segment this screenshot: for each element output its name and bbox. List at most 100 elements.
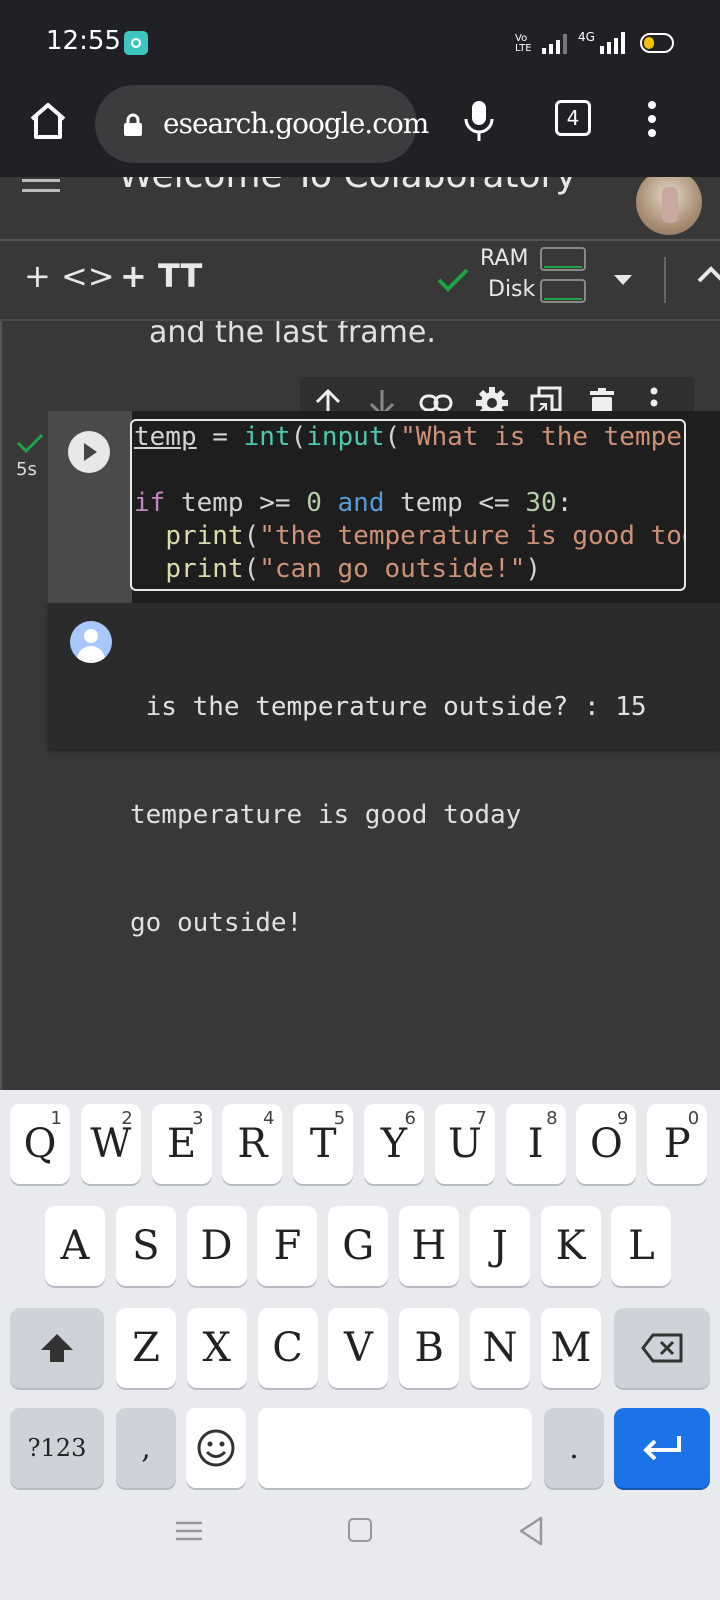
period-key[interactable]: . (544, 1408, 604, 1488)
key-label: M (550, 1325, 592, 1371)
browser-toolbar: esearch.google.com 4 (0, 85, 720, 177)
runtime-dropdown-icon[interactable] (614, 275, 632, 285)
key-a[interactable]: A (45, 1206, 105, 1286)
key-e[interactable]: E3 (151, 1104, 212, 1184)
app-notification-icon (124, 31, 148, 55)
key-c[interactable]: C (257, 1308, 318, 1388)
code-editor[interactable]: temp = int(input("What is the temperatur… (130, 419, 686, 591)
key-p[interactable]: P0 (647, 1104, 708, 1184)
key-hint: 7 (475, 1108, 487, 1129)
toolbar-divider (664, 257, 666, 303)
signal-icon (540, 30, 570, 56)
key-hint: 6 (404, 1108, 416, 1129)
key-label: I (527, 1121, 544, 1167)
key-f[interactable]: F (257, 1206, 318, 1286)
key-l[interactable]: L (611, 1206, 672, 1286)
url-text: esearch.google.com (163, 107, 429, 140)
key-k[interactable]: K (540, 1206, 601, 1286)
volte-indicator: Vo LTE (515, 33, 532, 54)
symbols-key[interactable]: ?123 (10, 1408, 104, 1488)
key-v[interactable]: V (328, 1308, 389, 1388)
status-time: 12:55 (46, 26, 121, 56)
key-z[interactable]: Z (116, 1308, 176, 1388)
signal-icon-2 (598, 30, 628, 56)
backspace-key[interactable] (614, 1308, 710, 1388)
connected-check-icon (436, 267, 470, 297)
key-label: S (132, 1223, 160, 1269)
emoji-key[interactable] (186, 1408, 246, 1488)
key-hint: 3 (192, 1108, 204, 1129)
disk-meter[interactable] (540, 279, 586, 303)
cell-output: is the temperature outside? : 15 tempera… (48, 603, 720, 938)
key-u[interactable]: U7 (434, 1104, 495, 1184)
key-hint: 0 (687, 1108, 700, 1129)
key-label: J (491, 1223, 508, 1269)
key-label: D (200, 1223, 233, 1269)
key-w[interactable]: W2 (80, 1104, 141, 1184)
tab-switcher-button[interactable]: 4 (555, 100, 591, 136)
key-j[interactable]: J (469, 1206, 530, 1286)
key-hint: 9 (616, 1108, 629, 1129)
code-line: print("the temperature is good today") (165, 521, 684, 551)
key-b[interactable]: B (399, 1308, 460, 1388)
home-icon[interactable] (26, 99, 70, 147)
key-s[interactable]: S (115, 1206, 176, 1286)
key-d[interactable]: D (186, 1206, 247, 1286)
key-label: P (663, 1121, 691, 1167)
space-key[interactable] (258, 1408, 532, 1488)
add-text-button[interactable]: + TT (120, 257, 202, 295)
recent-apps-nav-icon[interactable] (176, 1520, 202, 1546)
add-code-button[interactable]: + <> (24, 257, 115, 295)
comma-key[interactable]: , (116, 1408, 176, 1488)
key-y[interactable]: Y6 (364, 1104, 424, 1184)
code-line: print("can go outside!") (165, 554, 542, 584)
key-hint: 5 (333, 1108, 346, 1129)
key-h[interactable]: H (399, 1206, 459, 1286)
network-type: 4G (578, 30, 595, 44)
key-q[interactable]: Q1 (10, 1104, 70, 1184)
notebook-content: and the last frame. 5s temp = int(input(… (0, 321, 720, 1090)
key-x[interactable]: X (186, 1308, 247, 1388)
notebook-title[interactable]: Welcome To Colaboratory (118, 177, 577, 196)
ram-meter[interactable] (540, 247, 586, 271)
key-label: V (343, 1325, 373, 1371)
key-label: H (411, 1223, 447, 1269)
enter-key[interactable] (614, 1408, 710, 1488)
collapse-chevron-up-icon[interactable] (696, 265, 720, 289)
ram-label: RAM (480, 246, 529, 271)
colab-toolbar: + <> + TT RAM Disk (0, 241, 720, 321)
output-line: go outside! (130, 908, 303, 938)
hamburger-menu-icon[interactable] (22, 177, 62, 197)
key-o[interactable]: O9 (576, 1104, 637, 1184)
output-text: is the temperature outside? : 15 tempera… (130, 617, 647, 1013)
key-hint: 2 (121, 1108, 133, 1129)
key-i[interactable]: I8 (505, 1104, 566, 1184)
key-r[interactable]: R4 (222, 1104, 283, 1184)
user-avatar[interactable] (636, 177, 702, 235)
key-m[interactable]: M (540, 1308, 601, 1388)
key-g[interactable]: G (328, 1206, 389, 1286)
code-line: if temp >= 0 and temp <= 30: (134, 488, 573, 518)
key-n[interactable]: N (470, 1308, 530, 1388)
key-t[interactable]: T5 (293, 1104, 354, 1184)
code-line: temp = int(input("What is the temperatur… (134, 422, 684, 452)
colab-header: Welcome To Colaboratory (0, 177, 720, 241)
battery-icon (640, 33, 674, 53)
key-label: G (342, 1223, 375, 1269)
output-line: is the temperature outside? : 15 (130, 692, 647, 722)
back-nav-icon[interactable] (518, 1516, 544, 1550)
code-cell[interactable]: temp = int(input("What is the temperatur… (48, 411, 720, 609)
microphone-icon[interactable] (462, 99, 496, 147)
key-label: A (60, 1223, 90, 1269)
previous-text-cell: and the last frame. (149, 321, 436, 350)
browser-menu-icon[interactable] (646, 99, 656, 139)
shift-key[interactable] (10, 1308, 104, 1388)
key-label: X (202, 1325, 232, 1371)
on-screen-keyboard: Q1W2E3R4T5Y6U7I8O9P0ASDFGHJKLZXCVBNM ?12… (0, 1090, 720, 1600)
key-label: F (273, 1223, 302, 1269)
url-field[interactable]: esearch.google.com (95, 85, 429, 163)
home-nav-icon[interactable] (348, 1518, 372, 1542)
run-cell-button[interactable] (68, 431, 110, 473)
status-bar: 12:55 Vo LTE 4G (0, 0, 720, 85)
output-user-icon (70, 621, 112, 663)
